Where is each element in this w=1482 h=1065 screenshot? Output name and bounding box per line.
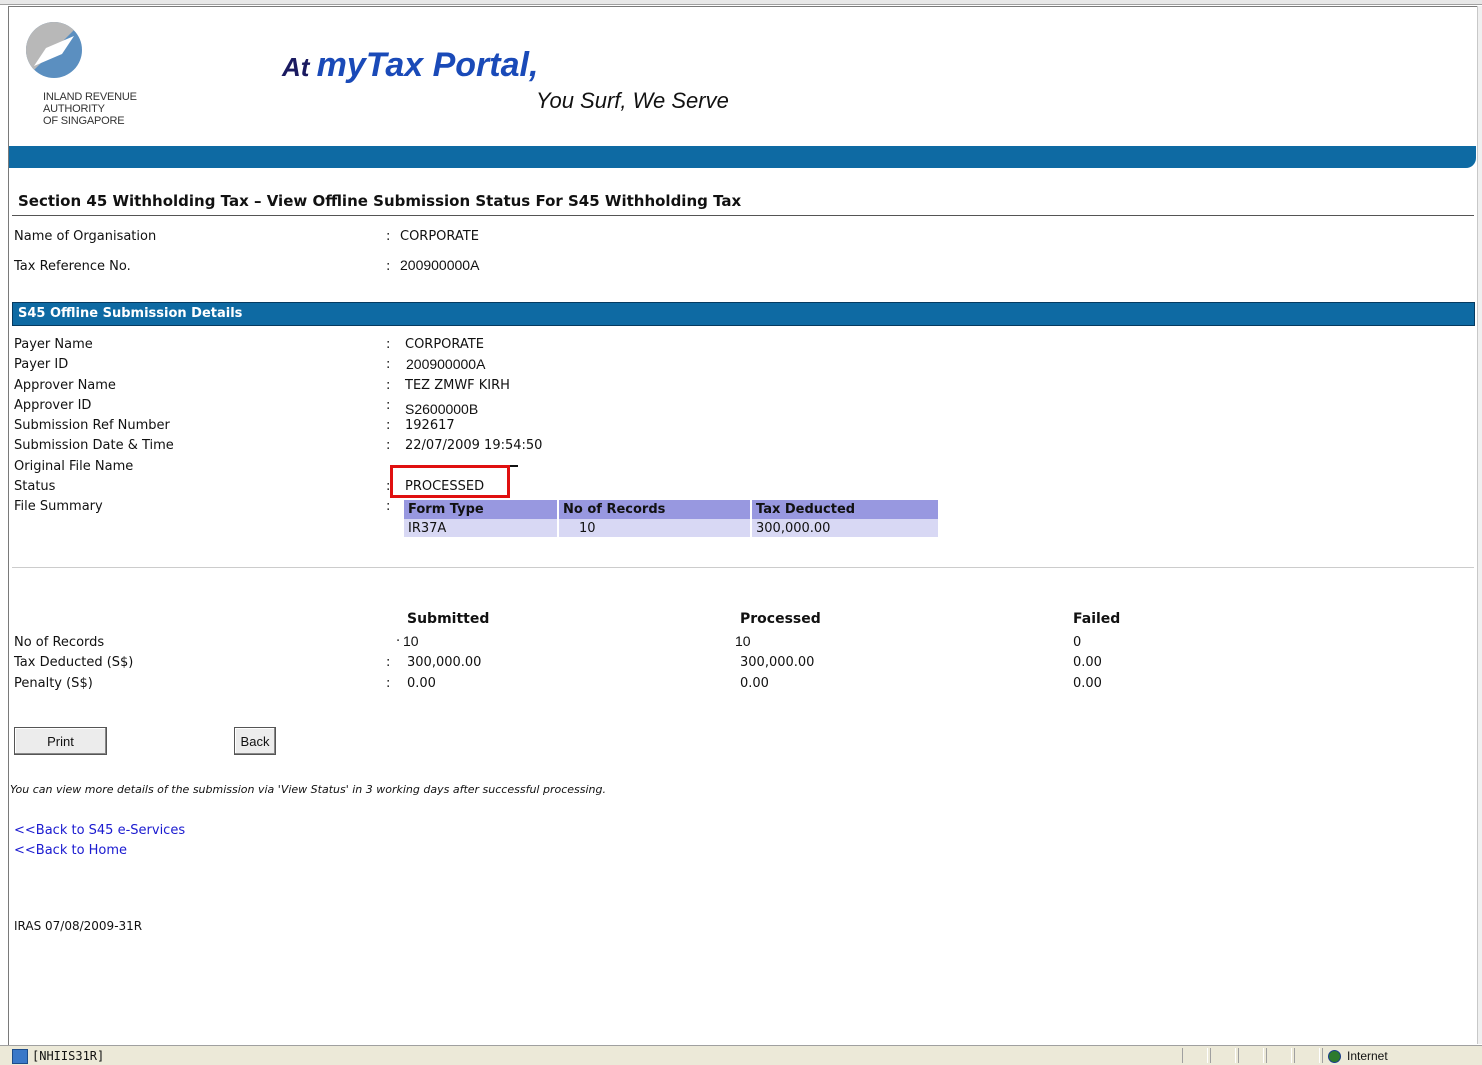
payer-name-value: CORPORATE xyxy=(405,337,484,352)
org-line3: OF SINGAPORE xyxy=(43,115,125,127)
globe-icon xyxy=(1328,1050,1341,1063)
cell-form-type: IR37A xyxy=(404,519,559,537)
divider xyxy=(12,215,1474,216)
page-title: Section 45 Withholding Tax – View Offlin… xyxy=(18,192,742,210)
portal-slogan: You Surf, We Serve xyxy=(536,88,729,113)
col-tax-deducted: Tax Deducted xyxy=(751,500,940,519)
penalty-label: Penalty (S$) xyxy=(14,676,93,691)
col-no-of-records: No of Records xyxy=(558,500,752,519)
section-title: S45 Offline Submission Details xyxy=(18,306,243,321)
penalty-submitted: 0.00 xyxy=(407,676,436,691)
penalty-processed: 0.00 xyxy=(740,676,769,691)
table-header-row: Form Type No of Records Tax Deducted xyxy=(404,500,940,519)
subref-value: 192617 xyxy=(405,418,455,433)
back-to-home-link[interactable]: <<Back to Home xyxy=(14,843,127,858)
org-name-label: Name of Organisation xyxy=(14,229,157,244)
subdate-label: Submission Date & Time xyxy=(14,438,174,453)
browser-status-bar: [NHIIS31R] Internet xyxy=(0,1045,1482,1065)
org-line1: INLAND REVENUE xyxy=(43,91,137,103)
taxref-label: Tax Reference No. xyxy=(14,259,131,274)
back-button[interactable]: Back xyxy=(234,727,276,755)
tax-processed: 300,000.00 xyxy=(740,655,815,670)
approver-id-value: S2600000B xyxy=(405,401,479,417)
window-top-border xyxy=(0,0,1482,5)
approver-id-label: Approver ID xyxy=(14,398,92,413)
penalty-failed: 0.00 xyxy=(1073,676,1102,691)
subdate-value: 22/07/2009 19:54:50 xyxy=(405,438,543,453)
records-failed: 0 xyxy=(1073,635,1082,650)
file-summary-table: Form Type No of Records Tax Deducted IR3… xyxy=(404,500,940,537)
header-band xyxy=(9,146,1476,168)
filesummary-label: File Summary xyxy=(14,499,103,514)
org-name: INLAND REVENUE AUTHORITY OF SINGAPORE xyxy=(43,91,137,127)
records-label: No of Records xyxy=(14,635,105,650)
section-header: S45 Offline Submission Details xyxy=(12,302,1475,326)
tagline-at: At xyxy=(282,52,317,82)
filename-label: Original File Name xyxy=(14,459,134,474)
col-form-type: Form Type xyxy=(404,500,559,519)
org-name-value: CORPORATE xyxy=(400,229,479,244)
cell-no-of-records: 10 xyxy=(558,519,752,537)
status-highlight xyxy=(390,465,510,498)
records-submitted: 10 xyxy=(403,633,419,649)
col-failed: Failed xyxy=(1073,611,1121,627)
page-icon xyxy=(12,1049,28,1064)
scrollbar[interactable] xyxy=(1477,6,1482,1044)
payer-id-value: 200900000A xyxy=(406,356,486,372)
info-note: You can view more details of the submiss… xyxy=(10,783,606,796)
approver-name-value: TEZ ZMWF KIRH xyxy=(405,378,510,393)
print-button[interactable]: Print xyxy=(14,727,107,755)
security-zone: Internet xyxy=(1322,1048,1479,1063)
status-label: Status xyxy=(14,479,56,494)
portal-tagline: At myTax Portal, xyxy=(282,46,538,85)
col-submitted: Submitted xyxy=(407,611,490,627)
tax-label: Tax Deducted (S$) xyxy=(14,655,134,670)
back-to-s45-link[interactable]: <<Back to S45 e-Services xyxy=(14,823,185,838)
approver-name-label: Approver Name xyxy=(14,378,116,393)
iras-logo-icon xyxy=(26,22,82,78)
status-text: [NHIIS31R] xyxy=(32,1049,105,1063)
tagline-portal: myTax Portal, xyxy=(316,46,539,84)
page-code: IRAS 07/08/2009-31R xyxy=(14,919,143,933)
divider xyxy=(12,567,1474,568)
org-line2: AUTHORITY xyxy=(43,103,105,115)
tax-failed: 0.00 xyxy=(1073,655,1102,670)
payer-name-label: Payer Name xyxy=(14,337,93,352)
cell-tax-deducted: 300,000.00 xyxy=(751,519,940,537)
tax-submitted: 300,000.00 xyxy=(407,655,482,670)
col-processed: Processed xyxy=(740,611,821,627)
subref-label: Submission Ref Number xyxy=(14,418,170,433)
taxref-value: 200900000A xyxy=(400,257,480,273)
payer-id-label: Payer ID xyxy=(14,357,69,372)
zone-label: Internet xyxy=(1347,1049,1388,1063)
table-row: IR37A 10 300,000.00 xyxy=(404,519,940,537)
records-processed: 10 xyxy=(735,633,751,649)
